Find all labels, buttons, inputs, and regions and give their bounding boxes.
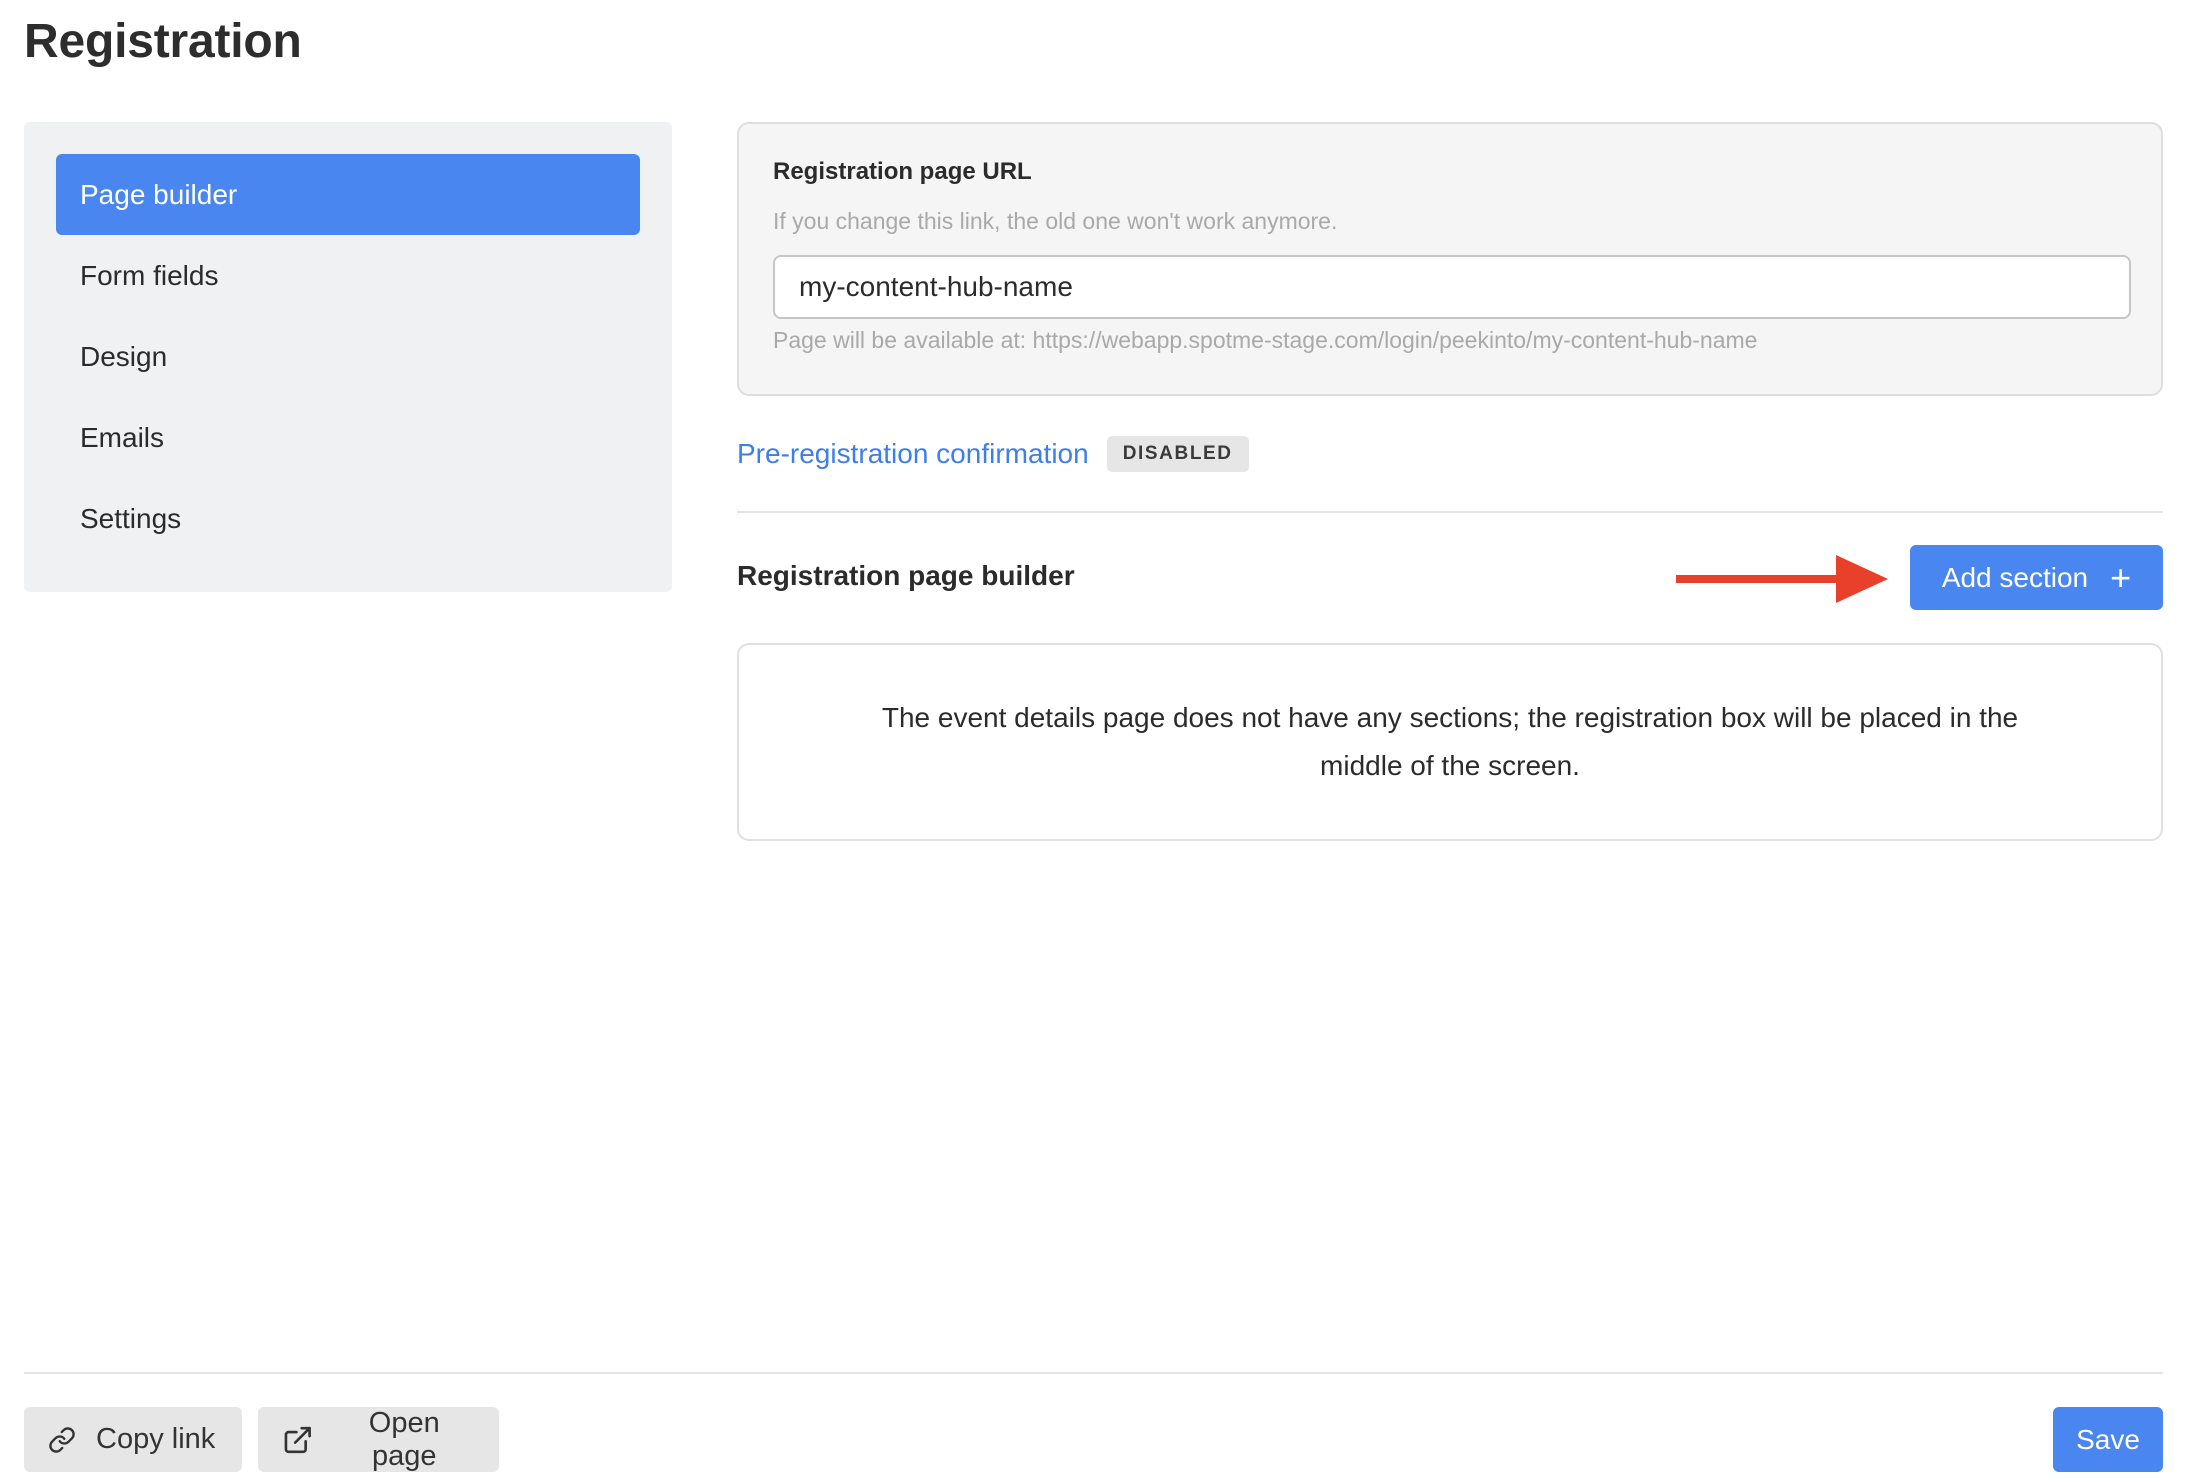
sidebar-nav: Page builder Form fields Design Emails S… <box>24 122 672 592</box>
sidebar-item-form-fields[interactable]: Form fields <box>56 235 640 316</box>
empty-sections-box: The event details page does not have any… <box>737 643 2163 841</box>
sidebar-item-settings[interactable]: Settings <box>56 478 640 559</box>
registration-url-preview: Page will be available at: https://webap… <box>773 327 1758 353</box>
empty-sections-message: The event details page does not have any… <box>881 702 2019 781</box>
registration-url-hint: If you change this link, the old one won… <box>773 208 1338 234</box>
registration-url-input[interactable] <box>773 255 2131 319</box>
page-title: Registration <box>24 15 302 68</box>
registration-url-card: Registration page URL If you change this… <box>737 122 2163 396</box>
add-section-label: Add section <box>1941 561 2089 593</box>
sidebar-item-emails[interactable]: Emails <box>56 397 640 478</box>
pre-registration-confirmation-link[interactable]: Pre-registration confirmation <box>737 438 1089 470</box>
annotation-arrow-icon <box>1676 555 1888 603</box>
plus-icon: + <box>2110 556 2132 598</box>
copy-link-label: Copy link <box>96 1423 216 1455</box>
add-section-button[interactable]: Add section + <box>1910 545 2163 610</box>
link-icon <box>49 1426 75 1453</box>
save-button[interactable]: Save <box>2053 1407 2163 1472</box>
builder-title: Registration page builder <box>737 560 1075 591</box>
registration-url-label: Registration page URL <box>773 158 1032 185</box>
copy-link-button[interactable]: Copy link <box>24 1407 242 1472</box>
status-badge: DISABLED <box>1106 436 1249 472</box>
section-divider <box>737 511 2163 513</box>
external-link-icon <box>284 1426 311 1453</box>
open-page-label: Open page <box>368 1406 440 1472</box>
sidebar-item-design[interactable]: Design <box>56 316 640 397</box>
sidebar-item-page-builder[interactable]: Page builder <box>56 154 640 235</box>
pre-registration-row: Pre-registration confirmation DISABLED <box>737 436 1249 472</box>
open-page-button[interactable]: Open page <box>258 1407 499 1472</box>
footer-divider <box>24 1372 2163 1374</box>
